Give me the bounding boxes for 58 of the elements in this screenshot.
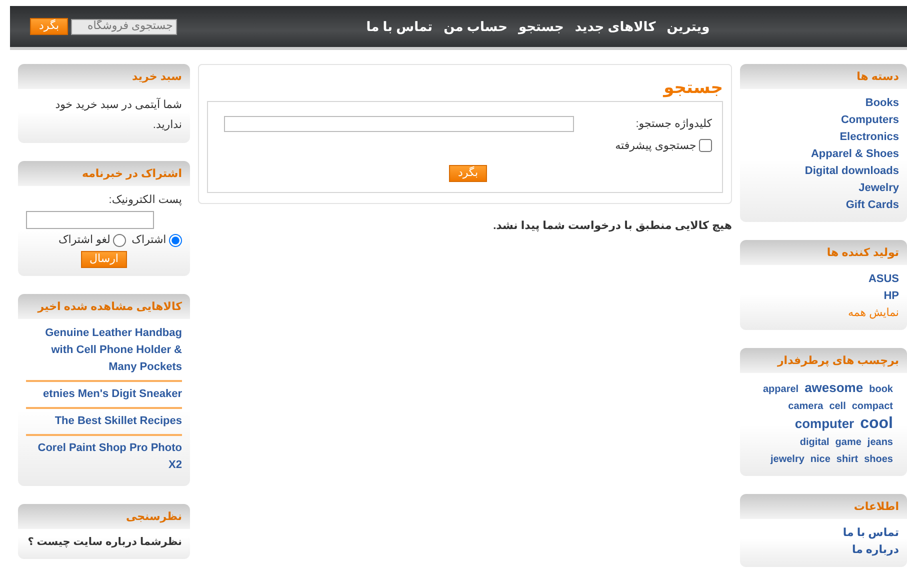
block-title: برچسب های پرطرفدار — [740, 348, 907, 373]
block-title: تولید کننده ها — [740, 240, 907, 265]
tag-link[interactable]: shoes — [864, 451, 893, 468]
poll-question: نظرشما درباره سایت چیست ؟ — [26, 535, 182, 550]
block-title: نظرسنجی — [18, 504, 190, 530]
radio-label: لغو اشتراک — [58, 233, 110, 248]
cart-message: شما آیتمی در سبد خرید خود ندارید. — [54, 96, 182, 133]
block-title: اطلاعات — [740, 494, 907, 519]
sidebar-link[interactable]: Apparel & Shoes — [810, 148, 899, 160]
tag-link[interactable]: book — [869, 381, 893, 398]
sidebar-link[interactable]: Computers — [840, 114, 899, 126]
nav-link[interactable]: ویترین — [666, 16, 710, 36]
advanced-checkbox[interactable] — [699, 139, 712, 152]
sidebar-link[interactable]: ASUS — [868, 273, 899, 285]
product-link[interactable]: Corel Paint Shop Pro Photo X2 — [26, 436, 182, 478]
email-field[interactable] — [26, 211, 154, 230]
block-title: سبد خرید — [18, 64, 190, 89]
tag-link[interactable]: jewelry — [770, 451, 804, 468]
sidebar-link[interactable]: Jewelry — [858, 182, 899, 194]
sidebar-link[interactable]: Gift Cards — [846, 199, 899, 211]
tag-link[interactable]: game — [835, 434, 862, 451]
tag-link[interactable]: digital — [800, 434, 830, 451]
block-title: اشتراک در خبرنامه — [18, 161, 190, 186]
tag-link[interactable]: compact — [852, 398, 893, 415]
no-results-message: هیچ کالایی منطبق با درخواست شما پیدا نشد. — [492, 219, 732, 234]
tag-link[interactable]: cool — [860, 415, 893, 432]
block-title: کالاهایی مشاهده شده اخیر — [18, 294, 190, 320]
email-label: پست الکترونیک: — [108, 193, 182, 208]
tag-link[interactable]: nice — [810, 451, 830, 468]
sidebar-link[interactable]: Books — [865, 97, 899, 109]
radio-button[interactable] — [169, 234, 182, 247]
product-link[interactable]: Genuine Leather Handbag with Cell Phone Holder & Many Pockets — [26, 321, 182, 382]
keyword-label: کلیدواژه جستجو: — [636, 116, 712, 132]
sidebar-link[interactable]: HP — [884, 290, 899, 302]
tag-link[interactable]: jeans — [867, 434, 893, 451]
nav-link[interactable]: حساب من — [444, 16, 508, 36]
product-link[interactable]: etnies Men's Digit Sneaker — [26, 382, 182, 410]
nav-link[interactable]: جستجو — [518, 16, 564, 36]
sidebar-link[interactable]: Electronics — [840, 131, 899, 143]
product-link[interactable]: The Best Skillet Recipes — [26, 409, 182, 436]
tag-link[interactable]: awesome — [804, 379, 864, 396]
radio-label: اشتراک — [132, 233, 166, 248]
sidebar-link[interactable]: تماس با ما — [842, 527, 899, 539]
tag-link[interactable]: cell — [829, 398, 846, 415]
checkbox-label: جستجوی پیشرفته — [615, 138, 696, 154]
radio-button[interactable] — [113, 234, 126, 247]
sidebar-link[interactable]: درباره ما — [852, 544, 899, 556]
tag-link[interactable]: camera — [788, 398, 824, 415]
search-field[interactable]: جستجوی فروشگاه — [70, 18, 177, 34]
tag-link[interactable]: shirt — [836, 451, 858, 468]
block-title: دسته ها — [740, 64, 907, 89]
nav-link[interactable]: تماس با ما — [366, 16, 433, 36]
tag-link[interactable]: computer — [794, 415, 854, 432]
keyword-field[interactable] — [224, 116, 574, 132]
nav-link[interactable]: کالاهای جدید — [574, 16, 656, 36]
tag-link[interactable]: apparel — [762, 381, 799, 398]
sidebar-link[interactable]: Digital downloads — [804, 165, 899, 177]
page-title: جستجو — [662, 77, 723, 100]
